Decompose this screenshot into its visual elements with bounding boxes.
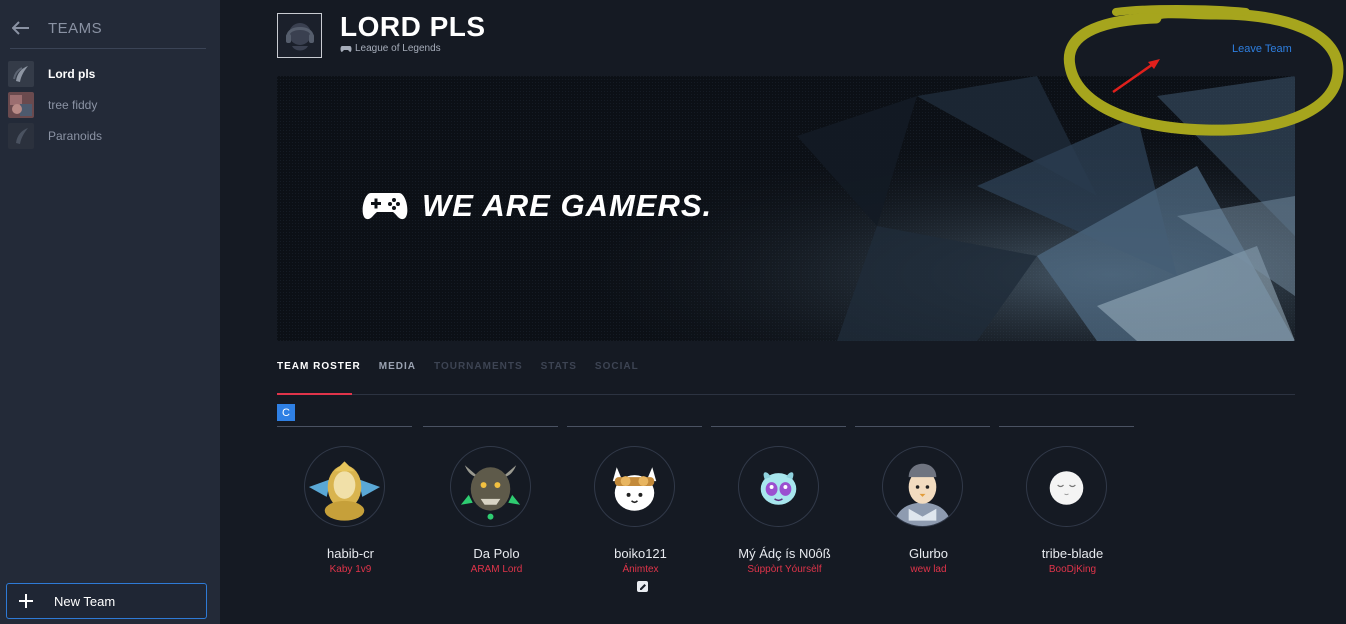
roster-member[interactable]: Da Polo ARAM Lord [423, 426, 558, 596]
tab-social: SOCIAL [594, 361, 639, 372]
gamepad-icon [340, 45, 352, 52]
team-banner: WE ARE GAMERS. [277, 76, 1295, 341]
back-arrow-icon[interactable] [10, 16, 32, 40]
team-tabs: TEAM ROSTER MEDIA TOURNAMENTS STATS SOCI… [277, 361, 657, 372]
team-logo-icon [8, 60, 34, 87]
member-name: habib-cr [327, 546, 374, 561]
team-logo-icon [8, 122, 34, 149]
roster-member[interactable]: Mý Ádç ís N0ôß Súppòrt Yóursèlf [711, 426, 846, 596]
team-avatar-icon [8, 91, 34, 118]
leave-team-link[interactable]: Leave Team [1232, 43, 1292, 55]
member-divider [567, 426, 702, 427]
gamepad-icon [361, 190, 409, 227]
team-name: tree fiddy [48, 97, 98, 112]
team-name: Lord pls [48, 66, 96, 81]
new-team-label: New Team [54, 593, 116, 609]
team-logo [277, 13, 322, 58]
roster-member[interactable]: habib-cr Kaby 1v9 [277, 426, 412, 596]
team-item-tree-fiddy[interactable]: tree fiddy [8, 89, 208, 120]
member-name: tribe-blade [1041, 546, 1104, 561]
member-role: Ánimtex [622, 564, 659, 575]
sleepy-face-avatar [1026, 446, 1107, 527]
horned-demon-avatar [450, 446, 531, 527]
tab-media[interactable]: MEDIA [379, 361, 416, 372]
edit-icon[interactable] [637, 581, 648, 592]
member-role: Kaby 1v9 [329, 564, 372, 575]
member-name: Da Polo [473, 546, 520, 561]
roster-member[interactable]: Glurbo wew lad [855, 426, 990, 596]
member-divider [999, 426, 1134, 427]
tab-stats: STATS [540, 361, 577, 372]
team-title: LORD PLS [340, 11, 486, 42]
member-role: ARAM Lord [470, 564, 523, 575]
cat-goggles-avatar [594, 446, 675, 527]
member-divider [423, 426, 558, 427]
golden-helmet-avatar [304, 446, 385, 527]
member-divider [711, 426, 846, 427]
purple-creature-avatar [738, 446, 819, 527]
member-divider [277, 426, 412, 427]
plus-icon [18, 593, 34, 609]
team-item-paranoids[interactable]: Paranoids [8, 120, 208, 151]
captain-badge: C [277, 404, 295, 421]
member-role: BooDjKing [1048, 564, 1097, 575]
headset-icon [285, 22, 314, 50]
active-tab-indicator [277, 393, 352, 395]
member-name: Glurbo [908, 546, 949, 561]
roster-member[interactable]: boiko121 Ánimtex [567, 426, 702, 596]
sidebar-header: TEAMS [10, 8, 206, 49]
pigeon-mascot-avatar [882, 446, 963, 527]
tab-team-roster[interactable]: TEAM ROSTER [277, 361, 361, 372]
team-game: League of Legends [340, 43, 441, 54]
member-divider [855, 426, 990, 427]
team-item-lord-pls[interactable]: Lord pls [8, 58, 208, 89]
sidebar-title: TEAMS [48, 19, 103, 37]
team-name: Paranoids [48, 128, 103, 143]
sidebar: TEAMS Lord pls tree fiddy Paranoids New … [0, 0, 220, 624]
member-name: boiko121 [614, 546, 667, 561]
new-team-button[interactable]: New Team [6, 583, 207, 619]
team-list: Lord pls tree fiddy Paranoids [8, 58, 208, 151]
member-role: wew lad [910, 564, 947, 575]
banner-slogan: WE ARE GAMERS. [422, 188, 713, 223]
tab-tournaments: TOURNAMENTS [434, 361, 523, 372]
tabs-divider [277, 394, 1295, 395]
game-name: League of Legends [355, 43, 441, 54]
roster-member[interactable]: tribe-blade BooDjKing [999, 426, 1134, 596]
member-name: Mý Ádç ís N0ôß [738, 546, 831, 561]
member-role: Súppòrt Yóursèlf [747, 564, 822, 575]
